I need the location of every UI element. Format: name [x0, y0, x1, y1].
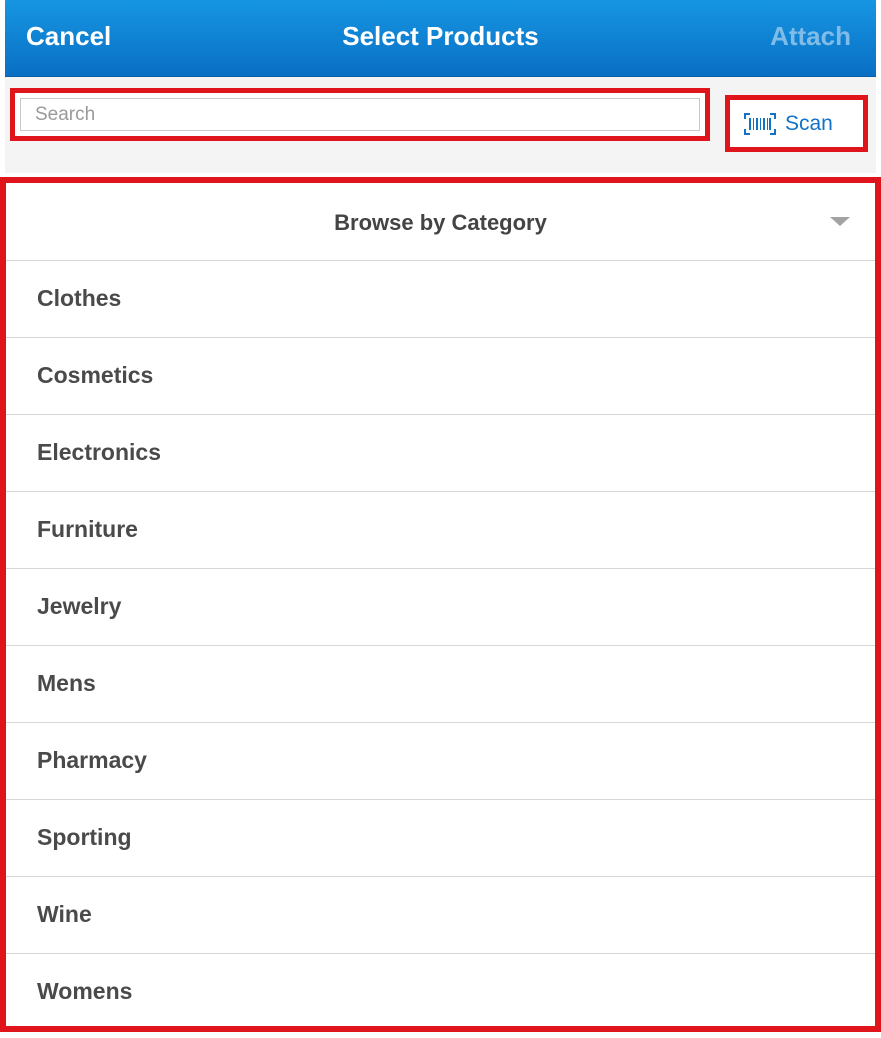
category-item-label: Mens: [37, 670, 96, 696]
navigation-bar: Cancel Select Products Attach: [5, 0, 876, 77]
category-panel: Browse by Category Clothes Cosmetics Ele…: [0, 177, 881, 1032]
caret-down-icon: [830, 217, 850, 226]
search-bar: Scan: [5, 77, 876, 173]
category-item-label: Clothes: [37, 285, 122, 311]
category-item-electronics[interactable]: Electronics: [6, 415, 875, 492]
browse-by-category-dropdown[interactable]: Browse by Category: [6, 183, 875, 261]
scan-label: Scan: [785, 112, 833, 135]
category-item-sporting[interactable]: Sporting: [6, 800, 875, 877]
category-item-womens[interactable]: Womens: [6, 954, 875, 1031]
category-item-label: Wine: [37, 901, 92, 927]
category-item-label: Electronics: [37, 439, 161, 465]
category-item-cosmetics[interactable]: Cosmetics: [6, 338, 875, 415]
category-item-label: Pharmacy: [37, 747, 147, 773]
category-item-label: Cosmetics: [37, 362, 154, 388]
search-box: [10, 88, 710, 141]
category-item-wine[interactable]: Wine: [6, 877, 875, 954]
cancel-button[interactable]: Cancel: [26, 21, 111, 52]
category-item-label: Sporting: [37, 824, 132, 850]
category-header-label: Browse by Category: [334, 210, 547, 235]
category-item-furniture[interactable]: Furniture: [6, 492, 875, 569]
search-input[interactable]: [20, 98, 700, 131]
category-item-pharmacy[interactable]: Pharmacy: [6, 723, 875, 800]
attach-button[interactable]: Attach: [770, 21, 851, 52]
category-item-jewelry[interactable]: Jewelry: [6, 569, 875, 646]
category-item-clothes[interactable]: Clothes: [6, 261, 875, 338]
category-item-label: Jewelry: [37, 593, 122, 619]
barcode-scan-icon: [744, 113, 776, 135]
category-item-label: Womens: [37, 978, 133, 1004]
category-item-mens[interactable]: Mens: [6, 646, 875, 723]
category-list: Clothes Cosmetics Electronics Furniture …: [6, 261, 875, 1031]
category-item-label: Furniture: [37, 516, 138, 542]
scan-button[interactable]: Scan: [725, 95, 868, 152]
page-title: Select Products: [342, 21, 539, 51]
